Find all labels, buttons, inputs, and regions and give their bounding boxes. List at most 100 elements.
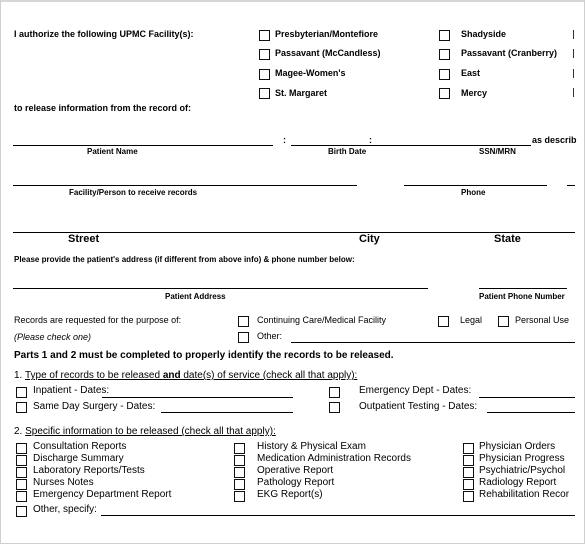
checkbox-facility-magee[interactable] bbox=[259, 69, 270, 80]
facility-person-label: Facility/Person to receive records bbox=[69, 188, 198, 197]
facility-label: Mercy bbox=[461, 88, 488, 98]
birth-date-label: Birth Date bbox=[328, 147, 367, 156]
document-page: I authorize the following UPMC Facility(… bbox=[0, 0, 585, 544]
separator: : bbox=[283, 135, 286, 145]
info-label: Nurses Notes bbox=[33, 477, 94, 488]
patient-name-field[interactable] bbox=[13, 145, 273, 146]
separator: : bbox=[369, 135, 372, 145]
street-header: Street bbox=[68, 233, 100, 245]
part1-title: 1. Type of records to be released and da… bbox=[14, 370, 357, 381]
checkbox-other-specify[interactable] bbox=[16, 506, 27, 517]
facility-label: Magee-Women's bbox=[275, 68, 346, 78]
cut-off-mark bbox=[573, 49, 574, 58]
checkbox-facility-passavant-mccandless[interactable] bbox=[259, 49, 270, 60]
checkbox-facility-east[interactable] bbox=[439, 69, 450, 80]
facility-person-field[interactable] bbox=[13, 185, 357, 186]
info-label: Psychiatric/Psychol bbox=[479, 465, 566, 476]
checkbox-pathology-report[interactable] bbox=[234, 479, 245, 490]
ssn-mrn-label: SSN/MRN bbox=[479, 147, 516, 156]
info-label: Medication Administration Records bbox=[257, 453, 411, 464]
purpose-option-label: Personal Use bbox=[515, 315, 570, 325]
emergency-dept-label: Emergency Dept - Dates: bbox=[359, 385, 472, 396]
part1-title-b: date(s) of service (check all that apply… bbox=[180, 370, 358, 381]
patient-address-label: Patient Address bbox=[165, 292, 226, 301]
outpatient-testing-dates-field[interactable] bbox=[487, 412, 575, 413]
checkbox-nurses-notes[interactable] bbox=[16, 479, 27, 490]
info-label: Consultation Reports bbox=[33, 441, 127, 452]
checkbox-purpose-legal[interactable] bbox=[438, 316, 449, 327]
part1-number: 1. bbox=[14, 370, 23, 381]
facility-label: Shadyside bbox=[461, 29, 507, 39]
info-label: Operative Report bbox=[257, 465, 334, 476]
purpose-hint: (Please check one) bbox=[14, 332, 92, 342]
part1-title-a: Type of records to be released bbox=[24, 370, 163, 381]
checkbox-discharge-summary[interactable] bbox=[16, 455, 27, 466]
purpose-option-label: Continuing Care/Medical Facility bbox=[257, 315, 387, 325]
checkbox-ekg-reports[interactable] bbox=[234, 491, 245, 502]
ssn-mrn-field[interactable] bbox=[381, 145, 531, 146]
checkbox-facility-passavant-cranberry[interactable] bbox=[439, 49, 450, 60]
other-specify-label: Other, specify: bbox=[33, 504, 97, 515]
patient-phone-label: Patient Phone Number bbox=[479, 292, 565, 301]
purpose-label: Records are requested for the purpose of… bbox=[14, 315, 182, 325]
checkbox-facility-presbyterian[interactable] bbox=[259, 30, 270, 41]
same-day-surgery-label: Same Day Surgery - Dates: bbox=[33, 401, 156, 412]
cut-off-mark bbox=[573, 69, 574, 78]
facility-label: East bbox=[461, 68, 481, 78]
cut-off-mark bbox=[573, 30, 574, 39]
part2-title: 2. Specific information to be released (… bbox=[14, 426, 276, 437]
part2-title-text: Specific information to be released (che… bbox=[25, 426, 276, 437]
facility-label: Presbyterian/Montefiore bbox=[275, 29, 379, 39]
checkbox-psychiatric-psychological[interactable] bbox=[463, 467, 474, 478]
phone-field[interactable] bbox=[404, 185, 547, 186]
facility-label: St. Margaret bbox=[275, 88, 328, 98]
patient-phone-field[interactable] bbox=[479, 288, 567, 289]
checkbox-purpose-other[interactable] bbox=[238, 332, 249, 343]
outpatient-testing-label: Outpatient Testing - Dates: bbox=[359, 401, 478, 412]
checkbox-purpose-personal-use[interactable] bbox=[498, 316, 509, 327]
city-header: City bbox=[359, 233, 380, 245]
checkbox-consultation-reports[interactable] bbox=[16, 443, 27, 454]
notice-text: Parts 1 and 2 must be completed to prope… bbox=[14, 350, 394, 361]
info-label: Laboratory Reports/Tests bbox=[33, 465, 145, 476]
checkbox-facility-shadyside[interactable] bbox=[439, 30, 450, 41]
patient-address-field[interactable] bbox=[13, 288, 428, 289]
checkbox-emergency-department-report[interactable] bbox=[16, 491, 27, 502]
checkbox-physician-orders[interactable] bbox=[463, 443, 474, 454]
info-label: Physician Orders bbox=[479, 441, 556, 452]
patient-name-label: Patient Name bbox=[87, 147, 138, 156]
other-specify-field[interactable] bbox=[101, 515, 575, 516]
checkbox-radiology-report[interactable] bbox=[463, 479, 474, 490]
checkbox-purpose-continuing-care[interactable] bbox=[238, 316, 249, 327]
phone-label: Phone bbox=[461, 188, 486, 197]
inpatient-dates-field[interactable] bbox=[102, 397, 293, 398]
info-label: Rehabilitation Recor bbox=[479, 489, 570, 500]
info-label: Radiology Report bbox=[479, 477, 557, 488]
checkbox-emergency-dept[interactable] bbox=[329, 387, 340, 398]
checkbox-medication-administration[interactable] bbox=[234, 455, 245, 466]
checkbox-laboratory-reports[interactable] bbox=[16, 467, 27, 478]
info-label: EKG Report(s) bbox=[257, 489, 323, 500]
checkbox-facility-st-margaret[interactable] bbox=[259, 88, 270, 99]
purpose-other-field[interactable] bbox=[291, 342, 575, 343]
checkbox-inpatient[interactable] bbox=[16, 387, 27, 398]
checkbox-same-day-surgery[interactable] bbox=[16, 402, 27, 413]
info-label: Emergency Department Report bbox=[33, 489, 172, 500]
checkbox-rehabilitation-records[interactable] bbox=[463, 491, 474, 502]
page-top-border bbox=[1, 0, 584, 2]
emergency-dept-dates-field[interactable] bbox=[479, 397, 575, 398]
info-label: Discharge Summary bbox=[33, 453, 124, 464]
facility-label: Passavant (Cranberry) bbox=[461, 48, 558, 58]
part1-title-and: and bbox=[162, 370, 181, 381]
info-label: History & Physical Exam bbox=[257, 441, 366, 452]
cut-off-mark bbox=[573, 88, 574, 97]
checkbox-history-physical[interactable] bbox=[234, 443, 245, 454]
authorize-label: I authorize the following UPMC Facility(… bbox=[14, 29, 194, 39]
same-day-surgery-dates-field[interactable] bbox=[161, 412, 293, 413]
cut-off-mark bbox=[567, 185, 575, 186]
checkbox-facility-mercy[interactable] bbox=[439, 88, 450, 99]
as-described-label: as describ bbox=[532, 135, 577, 145]
checkbox-outpatient-testing[interactable] bbox=[329, 402, 340, 413]
checkbox-physician-progress[interactable] bbox=[463, 455, 474, 466]
checkbox-operative-report[interactable] bbox=[234, 467, 245, 478]
